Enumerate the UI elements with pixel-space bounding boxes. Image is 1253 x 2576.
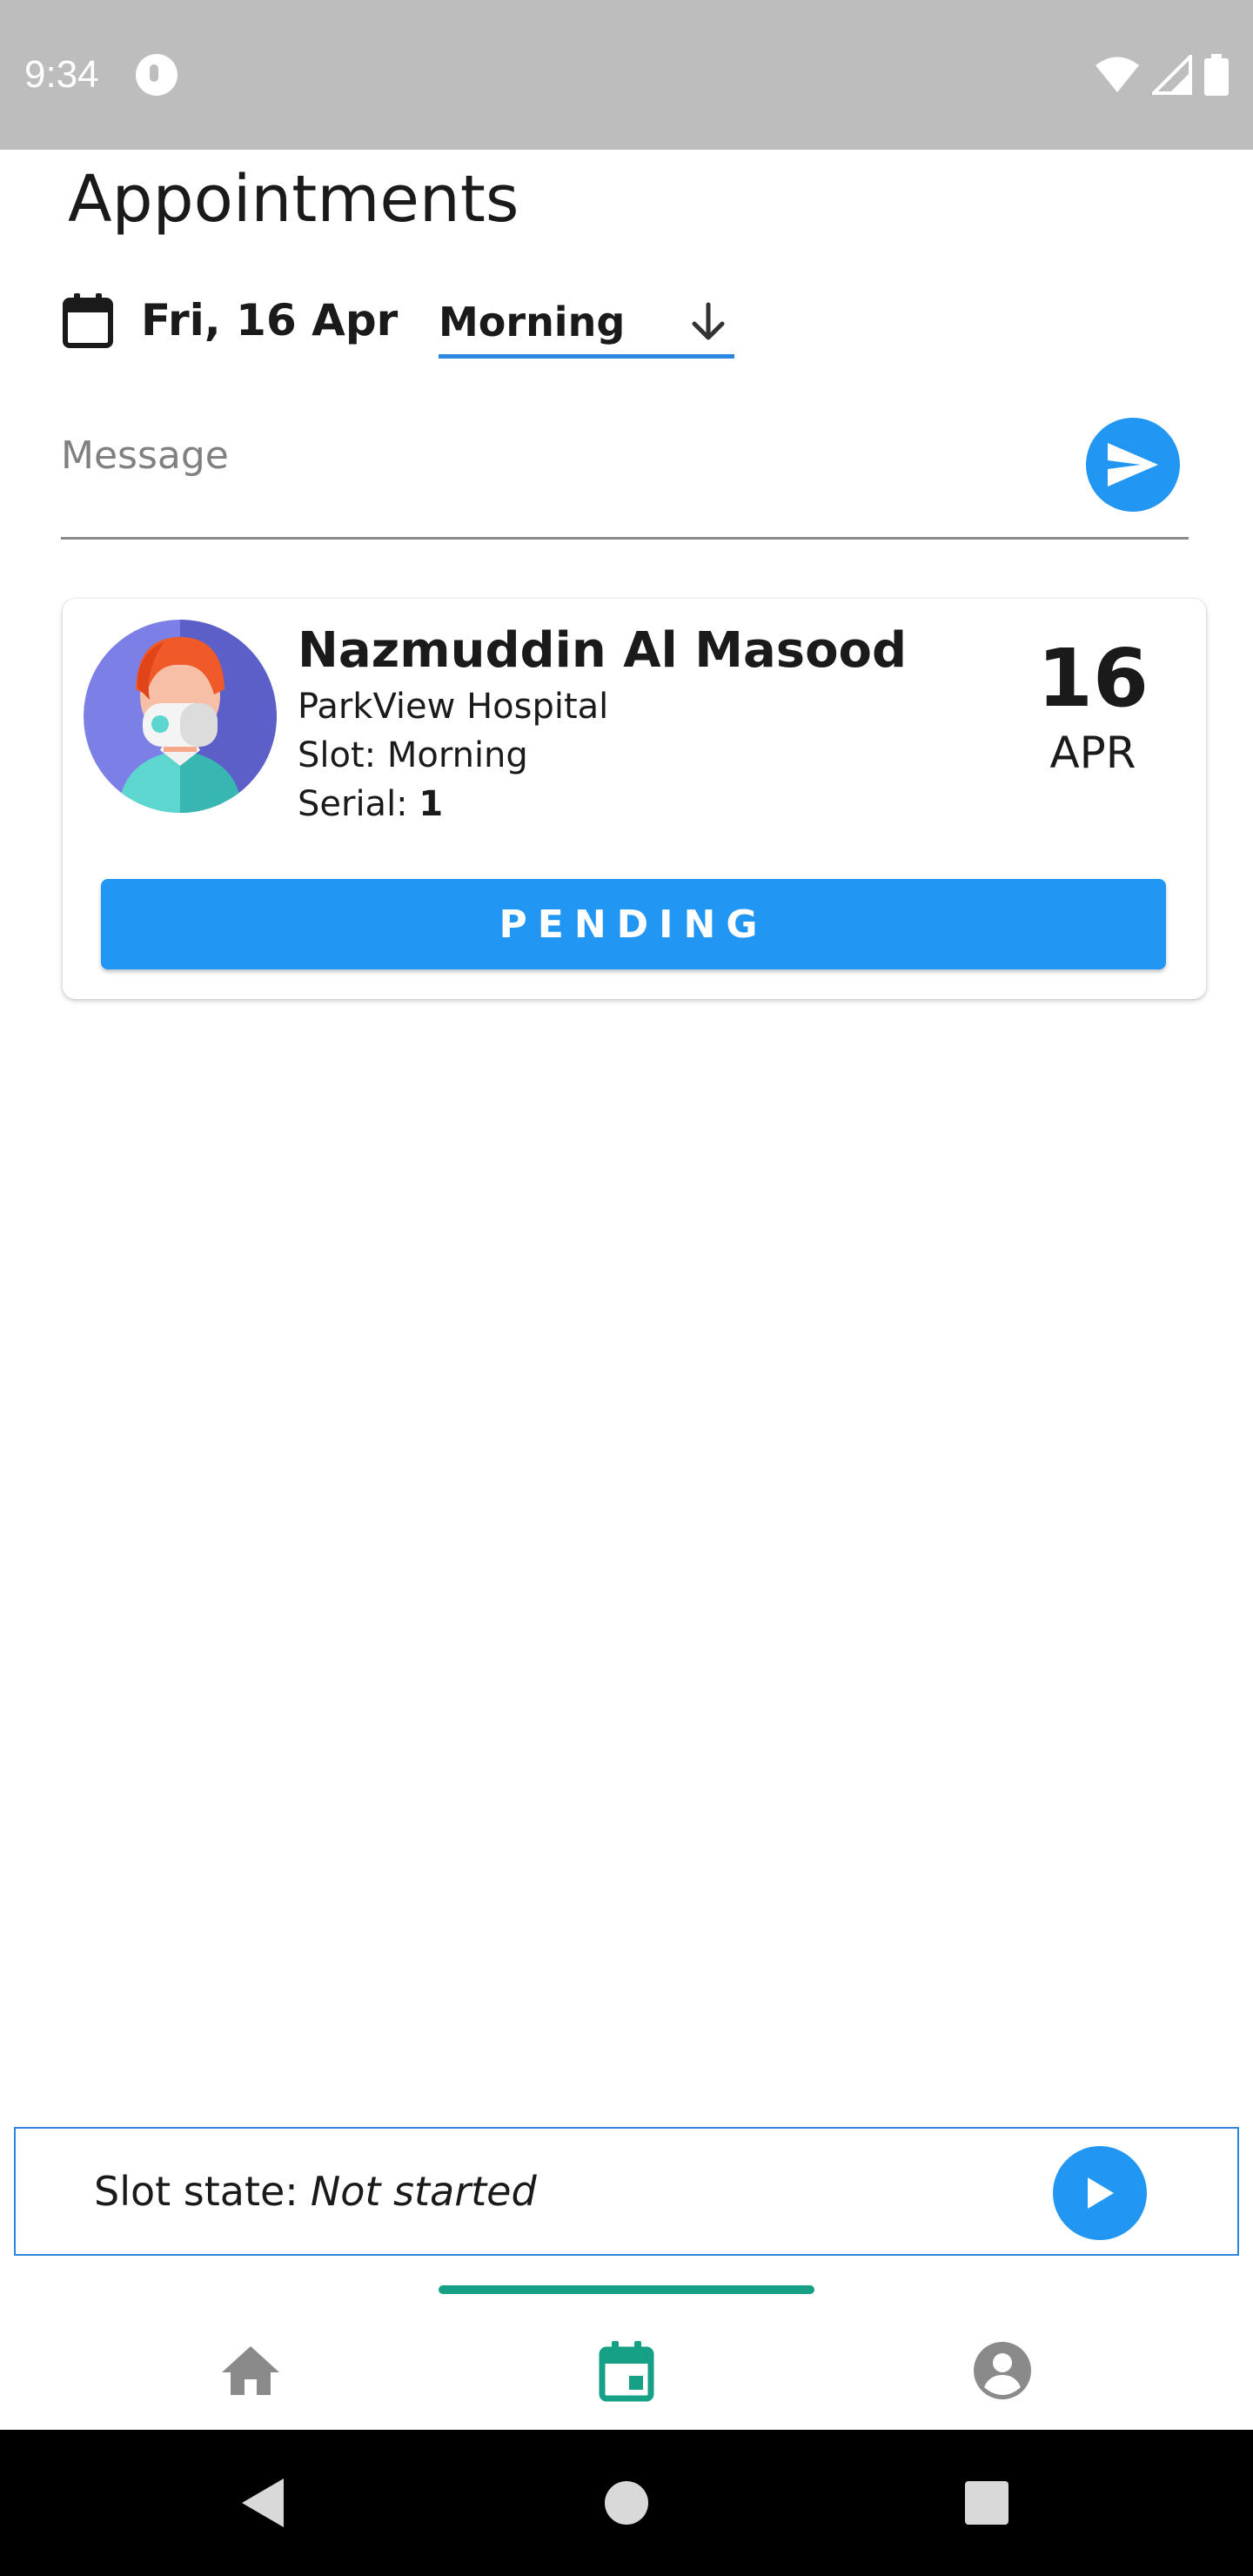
serial-line: Serial: 1 xyxy=(298,780,907,828)
appointment-card[interactable]: Nazmuddin Al Masood ParkView Hospital Sl… xyxy=(63,599,1206,999)
recents-square-icon xyxy=(965,2481,1008,2525)
system-navigation-bar xyxy=(0,2430,1253,2576)
doctor-name: Nazmuddin Al Masood xyxy=(298,622,908,679)
recents-button[interactable] xyxy=(952,2468,1022,2538)
nav-item-profile[interactable] xyxy=(950,2327,1055,2414)
slot-dropdown[interactable]: Morning xyxy=(439,289,734,359)
nav-active-indicator xyxy=(439,2285,814,2294)
home-icon xyxy=(222,2346,279,2395)
slot-line: Slot: Morning xyxy=(298,731,907,780)
send-icon xyxy=(1108,443,1158,486)
slot-state-label: Slot state: xyxy=(94,2168,298,2215)
filter-row: Fri, 16 Apr Morning xyxy=(61,277,734,364)
appointment-info: Nazmuddin Al Masood ParkView Hospital Sl… xyxy=(298,620,907,828)
nav-item-home[interactable] xyxy=(198,2327,303,2414)
notification-app-icon xyxy=(135,54,178,96)
battery-icon xyxy=(1204,54,1229,96)
message-input[interactable] xyxy=(61,409,1189,540)
serial-label: Serial: xyxy=(298,784,408,824)
status-icons xyxy=(1095,54,1229,96)
slot-value: Morning xyxy=(386,735,528,775)
wifi-icon xyxy=(1096,57,1139,92)
account-icon xyxy=(974,2342,1031,2399)
send-button[interactable] xyxy=(1086,418,1180,512)
serial-value: 1 xyxy=(419,784,444,824)
home-button[interactable] xyxy=(592,2468,661,2538)
start-slot-button[interactable] xyxy=(1053,2146,1147,2240)
slot-state-value: Not started xyxy=(310,2168,537,2215)
appointment-date: 16 APR xyxy=(1006,635,1180,783)
hospital-name: ParkView Hospital xyxy=(298,687,609,727)
back-button[interactable] xyxy=(228,2468,298,2538)
date-picker[interactable]: Fri, 16 Apr xyxy=(61,285,398,355)
slot-state-bar: Slot state: Not started xyxy=(14,2127,1239,2256)
slot-label: Slot: xyxy=(298,735,377,775)
status-bar: 9:34 xyxy=(0,0,1253,150)
date-label: Fri, 16 Apr xyxy=(141,295,399,345)
home-circle-icon xyxy=(605,2481,648,2525)
nav-item-appointments[interactable] xyxy=(574,2327,679,2414)
play-icon xyxy=(1088,2177,1114,2209)
arrow-down-icon xyxy=(692,302,725,339)
calendar-icon xyxy=(63,293,113,348)
appointment-day: 16 xyxy=(1036,632,1149,725)
calendar-icon xyxy=(599,2341,654,2402)
screen: 9:34 Appointments Fri, 16 Apr Morning Me… xyxy=(0,0,1253,2576)
pending-status-button[interactable]: PENDING xyxy=(101,879,1166,969)
slot-dropdown-value: Morning xyxy=(439,298,626,345)
appointment-month: APR xyxy=(1049,728,1136,778)
status-time: 9:34 xyxy=(24,53,99,96)
bottom-navigation xyxy=(0,2266,1253,2430)
back-triangle-icon xyxy=(242,2479,284,2527)
doctor-avatar xyxy=(84,620,277,813)
page-title: Appointments xyxy=(68,162,519,237)
message-row xyxy=(61,409,1189,541)
cell-signal-icon xyxy=(1152,55,1192,95)
